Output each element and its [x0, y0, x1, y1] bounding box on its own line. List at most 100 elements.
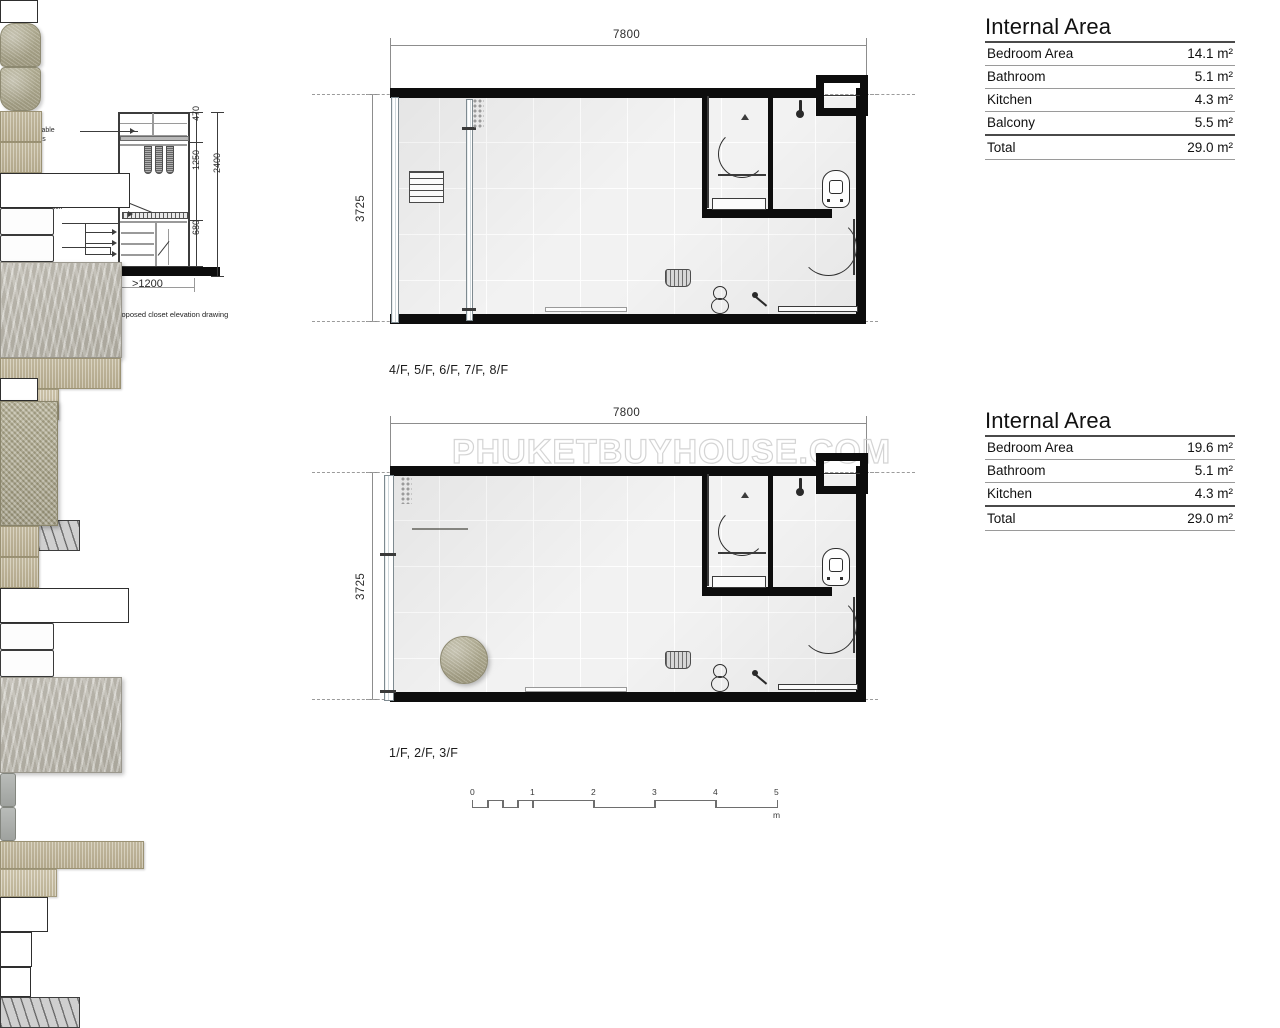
lower-balcony-opening	[0, 378, 38, 401]
upper-dim-depth-line	[372, 94, 373, 322]
lower-vanity-counter	[0, 897, 48, 932]
lower-toilet-seat	[829, 558, 843, 572]
lower-kitchen-appliance	[0, 932, 32, 967]
upper-balcony-opening	[0, 0, 38, 23]
table-row: Bedroom Area 14.1 m²	[985, 43, 1235, 65]
area-row-label: Kitchen	[987, 92, 1033, 107]
lower-door-track-lower	[380, 690, 396, 693]
upper-pillow-left	[0, 208, 54, 235]
upper-shower-screen	[707, 96, 709, 208]
upper-dim-depth-text: 3725	[355, 194, 367, 222]
upper-balcony-armchair-2	[0, 67, 41, 111]
upper-dim-width-text: 7800	[613, 29, 641, 41]
upper-balcony-rail	[824, 95, 860, 96]
upper-toilet-cistern-dot-left	[827, 199, 830, 202]
upper-bath-wall-bottom-left	[702, 209, 774, 218]
lower-curtain-bunch	[400, 476, 412, 504]
area-total-label: Total	[987, 511, 1016, 526]
scale-tick-5: 5	[774, 787, 779, 797]
lower-shower-tray	[712, 576, 766, 588]
lower-sofa-seat-split	[412, 528, 468, 530]
lower-shower-head-icon	[741, 492, 749, 498]
lower-dim-width-text: 7800	[613, 407, 641, 419]
table-row: Kitchen 4.3 m²	[985, 89, 1235, 111]
area-row-value: 4.3 m²	[1194, 486, 1233, 501]
upper-dim-width-line	[390, 45, 867, 46]
area-row-value: 19.6 m²	[1187, 440, 1233, 455]
area-total-value: 29.0 m²	[1187, 511, 1233, 526]
lower-nightstand-right	[0, 557, 39, 588]
table-row: Bathroom 5.1 m²	[985, 460, 1235, 482]
area-row-value: 5.1 m²	[1194, 463, 1233, 478]
upper-partition-track-bottom	[462, 308, 476, 311]
lower-entry-door-swing	[800, 597, 857, 654]
area-row-value: 4.3 m²	[1194, 92, 1233, 107]
lower-bath-door-swing	[718, 508, 766, 556]
lower-plan-floor-label: 1/F, 2/F, 3/F	[389, 746, 459, 760]
upper-ac-platform-edge	[778, 306, 858, 312]
lower-headboard	[0, 588, 129, 623]
lower-wall-bottom	[390, 692, 866, 702]
table-row: Balcony 5.5 m²	[985, 112, 1235, 134]
lower-pillow-left	[0, 623, 54, 650]
scale-tick-2: 2	[591, 787, 596, 797]
area-total-value: 29.0 m²	[1187, 140, 1233, 155]
scale-tick-0: 0	[470, 787, 475, 797]
lower-area-table: Internal Area Bedroom Area 19.6 m² Bathr…	[985, 408, 1235, 531]
lower-wall-right	[856, 466, 866, 702]
lower-console-drawer-line	[525, 687, 627, 692]
lower-sofa	[0, 401, 58, 526]
scale-bar-unit: m	[773, 810, 781, 820]
upper-entry-door-leaf	[853, 219, 855, 275]
lower-entry-door-leaf	[853, 597, 855, 653]
upper-bath-wall-mid	[768, 96, 773, 214]
area-row-label: Kitchen	[987, 486, 1033, 501]
upper-wall-right	[856, 88, 866, 324]
lower-door-track-upper	[380, 553, 396, 556]
lower-tv-console	[0, 841, 144, 869]
upper-console-drawer-line	[545, 307, 627, 312]
upper-shower-head-icon	[741, 114, 749, 120]
lower-toilet-cistern-dot-right	[840, 577, 843, 580]
upper-toilet-seat	[829, 180, 843, 194]
lower-area-table-title: Internal Area	[985, 408, 1112, 433]
lower-shower-screen	[707, 474, 709, 586]
lower-desk-chair	[665, 651, 691, 669]
lower-ac-platform	[0, 997, 80, 1028]
lower-area-table-rule-bottom	[985, 530, 1235, 531]
scale-bar-seg-1	[532, 800, 595, 808]
scale-tick-1: 1	[530, 787, 535, 797]
area-row-value: 5.1 m²	[1194, 69, 1233, 84]
upper-dim-ext-left	[390, 45, 391, 93]
lower-nightstand-left	[0, 526, 39, 557]
table-row: Bedroom Area 19.6 m²	[985, 437, 1235, 459]
upper-bath-wall-right-stub	[812, 209, 832, 218]
upper-desk-chair	[665, 269, 691, 287]
lower-balcony-box-right	[860, 453, 868, 494]
upper-wall-bottom	[390, 314, 866, 324]
upper-wall-top	[390, 88, 816, 98]
upper-bed	[0, 262, 122, 358]
scale-bar-seg-3	[654, 800, 717, 808]
lower-desk	[0, 869, 57, 897]
upper-bath-door-swing	[718, 130, 766, 178]
upper-toilet-cistern-dot-right	[840, 199, 843, 202]
upper-kitchen-hob-ring-bottom	[711, 298, 729, 314]
lower-balcony-rail	[824, 473, 860, 474]
upper-bath-door-leaf	[718, 174, 766, 176]
lower-dim-depth-text: 3725	[355, 572, 367, 600]
area-row-label: Balcony	[987, 115, 1036, 130]
lower-bath-door-leaf	[718, 552, 766, 554]
area-row-label: Bedroom Area	[987, 440, 1074, 455]
lower-area-total-row: Total 29.0 m²	[985, 507, 1235, 530]
table-row: Bathroom 5.1 m²	[985, 66, 1235, 88]
lower-bed	[0, 677, 122, 773]
upper-plan-floor-label: 4/F, 5/F, 6/F, 7/F, 8/F	[389, 363, 509, 377]
area-total-label: Total	[987, 140, 1016, 155]
upper-plan: 7800 3725 4/F, 5/F, 6/F, 7/F, 8/F	[0, 0, 920, 551]
upper-shower-tray	[712, 198, 766, 210]
upper-curtain-bunch	[472, 98, 484, 128]
lower-kitchen-sink	[0, 967, 31, 997]
scale-bar-seg-4	[715, 800, 778, 808]
upper-area-table-rule-bottom	[985, 159, 1235, 160]
